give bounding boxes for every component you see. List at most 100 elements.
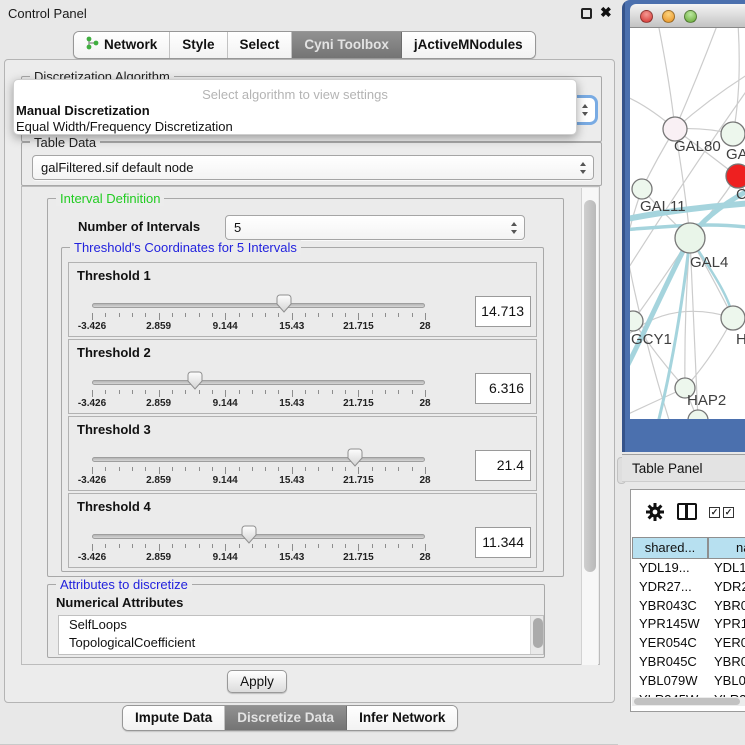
table-row[interactable]: YBL079WYBL0: [631, 673, 745, 692]
gear-icon[interactable]: [645, 502, 665, 522]
slider-tick: [212, 313, 213, 317]
network-canvas[interactable]: GAL80GACGAL11GAL4GCY1HHAP2: [630, 28, 745, 419]
float-window-icon[interactable]: [581, 8, 592, 19]
slider-tick: [159, 390, 160, 397]
mac-minimize-button[interactable]: [662, 10, 675, 23]
slider-tick: [265, 544, 266, 548]
attributes-list-scrollbar[interactable]: [530, 616, 543, 654]
slider-tick: [199, 467, 200, 471]
tab-cyni-toolbox[interactable]: Cyni Toolbox: [292, 32, 402, 58]
tab-discretize-data[interactable]: Discretize Data: [225, 706, 347, 730]
threshold-slider-track[interactable]: [92, 380, 425, 385]
slider-tick: [172, 313, 173, 317]
table-row[interactable]: YPR145WYPR1: [631, 616, 745, 635]
table-row[interactable]: YBR043CYBR0: [631, 598, 745, 617]
slider-tick: [385, 390, 386, 394]
table-data-combobox[interactable]: galFiltered.sif default node: [32, 155, 594, 180]
settings-vertical-scrollbar[interactable]: [581, 188, 598, 665]
slider-tick: [199, 390, 200, 394]
close-icon[interactable]: ✖: [600, 4, 612, 21]
tab-infer-network[interactable]: Infer Network: [347, 706, 457, 730]
threshold-panel: Threshold 4-3.4262.8599.14415.4321.71528…: [68, 493, 537, 568]
network-window-titlebar[interactable]: [630, 4, 745, 28]
network-node[interactable]: [688, 410, 708, 419]
slider-tick: [92, 313, 93, 320]
slider-tick: [145, 390, 146, 394]
tab-impute-data[interactable]: Impute Data: [123, 706, 225, 730]
column-selector-icon[interactable]: [677, 503, 697, 520]
attribute-list-item[interactable]: SelfLoops: [59, 616, 543, 634]
slider-tick: [412, 467, 413, 471]
cyni-toolbox-panel: Discretization Algorithm Table Data galF…: [4, 59, 615, 703]
network-node-gal11[interactable]: [632, 179, 652, 199]
slider-tick: [332, 390, 333, 394]
numerical-attributes-list[interactable]: SelfLoopsTopologicalCoefficientBetweenne…: [58, 615, 544, 655]
tab-select[interactable]: Select: [228, 32, 293, 58]
slider-tick: [252, 467, 253, 471]
table-row[interactable]: YDL19...YDL1: [631, 560, 745, 579]
network-edge: [675, 73, 745, 129]
mac-zoom-button[interactable]: [684, 10, 697, 23]
slider-tick: [425, 313, 426, 320]
table-row[interactable]: YDR27...YDR2: [631, 579, 745, 598]
table-column-header[interactable]: shared...: [632, 537, 708, 559]
table-cell: YER054C: [639, 635, 697, 650]
table-column-header[interactable]: na: [708, 537, 745, 559]
slider-tick: [132, 390, 133, 394]
attribute-list-item[interactable]: BetweennessCentrality: [59, 652, 543, 655]
slider-tick-label: 15.43: [279, 475, 304, 486]
tab-network[interactable]: Network: [74, 32, 170, 58]
threshold-value-field[interactable]: 14.713: [475, 296, 531, 327]
threshold-value-field[interactable]: 6.316: [475, 373, 531, 404]
apply-button[interactable]: Apply: [227, 670, 287, 693]
slider-tick: [332, 467, 333, 471]
threshold-slider-track[interactable]: [92, 303, 425, 308]
tab-jactivemnodules[interactable]: jActiveMNodules: [402, 32, 535, 58]
network-node-h[interactable]: [721, 306, 745, 330]
slider-tick: [212, 390, 213, 394]
checkbox-icon[interactable]: ✓: [723, 507, 734, 518]
slider-tick: [425, 390, 426, 397]
slider-tick: [252, 390, 253, 394]
attribute-list-item[interactable]: TopologicalCoefficient: [59, 634, 543, 652]
table-horizontal-scrollbar[interactable]: [632, 697, 745, 706]
mac-close-button[interactable]: [640, 10, 653, 23]
network-node-c[interactable]: [726, 164, 745, 188]
slider-tick: [305, 390, 306, 394]
checkbox-icon[interactable]: ✓: [709, 507, 720, 518]
threshold-value-field[interactable]: 21.4: [475, 450, 531, 481]
slider-tick: [185, 390, 186, 394]
combo-arrows-icon: [582, 104, 589, 116]
table-cell: YBR0: [714, 654, 745, 669]
slider-tick: [292, 313, 293, 320]
algorithm-option[interactable]: Manual Discretization: [16, 103, 150, 118]
tab-label: Style: [182, 37, 214, 52]
threshold-value-field[interactable]: 11.344: [475, 527, 531, 558]
slider-tick: [225, 467, 226, 474]
network-node-gcy1[interactable]: [630, 311, 643, 331]
network-node-gal4[interactable]: [675, 223, 705, 253]
algorithm-option[interactable]: Equal Width/Frequency Discretization: [16, 119, 233, 134]
threshold-slider-thumb[interactable]: [276, 294, 292, 313]
table-row[interactable]: YER054CYER0: [631, 635, 745, 654]
table-row[interactable]: YIL052CYIL0: [631, 710, 745, 712]
threshold-slider-thumb[interactable]: [241, 525, 257, 544]
table-row[interactable]: YBR045C YBR0: [631, 654, 745, 673]
bottom-tab-bar: Impute DataDiscretize DataInfer Network: [122, 705, 458, 731]
slider-tick: [305, 544, 306, 548]
tab-style[interactable]: Style: [170, 32, 227, 58]
slider-tick: [172, 467, 173, 471]
settings-scroll-area: Interval Definition Number of Intervals …: [21, 186, 600, 665]
slider-tick: [345, 467, 346, 471]
slider-tick: [358, 467, 359, 474]
slider-tick-label: 15.43: [279, 552, 304, 563]
number-of-intervals-combobox[interactable]: 5: [225, 215, 525, 240]
threshold-slider-track[interactable]: [92, 534, 425, 539]
threshold-slider-thumb[interactable]: [187, 371, 203, 390]
threshold-slider-track[interactable]: [92, 457, 425, 462]
slider-tick: [385, 313, 386, 317]
slider-tick: [398, 390, 399, 394]
threshold-slider-thumb[interactable]: [347, 448, 363, 467]
table-cell: YBR045C: [639, 654, 697, 669]
network-node-ga[interactable]: [721, 122, 745, 146]
